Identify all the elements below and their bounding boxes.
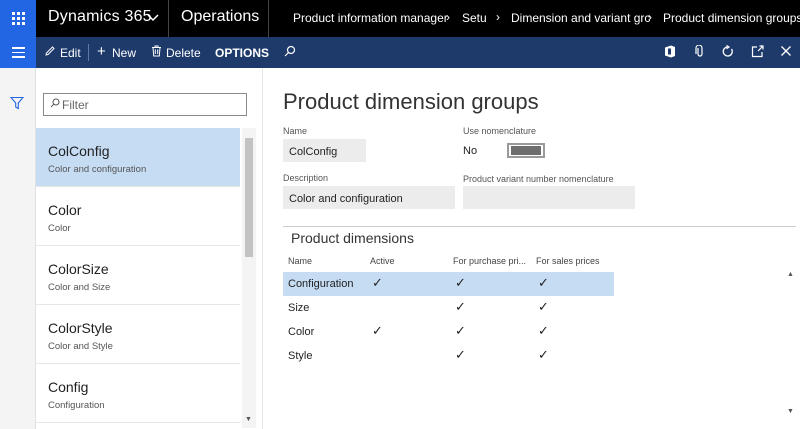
column-header-active[interactable]: Active [370, 256, 395, 266]
breadcrumb-item[interactable]: Dimension and variant grc [511, 11, 650, 25]
trash-icon[interactable] [151, 45, 162, 60]
table-row[interactable]: Configuration ✓ ✓ ✓ [283, 272, 614, 296]
list-item-title: Color [48, 202, 82, 218]
list-item[interactable]: ColorSize Color and Size [36, 246, 240, 305]
scrollbar-thumb[interactable] [245, 138, 253, 257]
active-check-icon[interactable]: ✓ [372, 323, 383, 339]
column-header-sales-prices[interactable]: For sales prices [536, 256, 600, 266]
purchase-check-icon[interactable]: ✓ [455, 347, 466, 363]
filter-icon[interactable] [9, 96, 25, 110]
list-item[interactable]: Config Configuration [36, 364, 240, 423]
page-title: Product dimension groups [283, 89, 539, 114]
breadcrumb-chevron-icon: › [496, 10, 500, 24]
edit-icon[interactable] [44, 45, 56, 60]
top-nav-bar: Dynamics 365 Operations Product informat… [0, 0, 800, 37]
column-header-purchase-prices[interactable]: For purchase pri... [453, 256, 526, 266]
purchase-check-icon[interactable]: ✓ [455, 275, 466, 291]
action-divider [88, 44, 89, 61]
table-row[interactable]: Style ✓ ✓ [283, 344, 614, 368]
list-item-title: ColorStyle [48, 320, 113, 336]
list-scrollbar[interactable]: ▼ [242, 128, 256, 428]
list-item-title: ColConfig [48, 143, 110, 159]
attachment-icon[interactable] [695, 44, 705, 61]
dimension-name: Color [288, 326, 315, 338]
breadcrumb-item[interactable]: Product information manager [293, 11, 448, 25]
list-item-subtitle: Configuration [48, 400, 105, 411]
list-item-subtitle: Color and Style [48, 341, 113, 352]
breadcrumb-item[interactable]: Setu [462, 11, 487, 25]
column-header-name[interactable]: Name [288, 256, 312, 266]
options-button[interactable]: OPTIONS [215, 46, 269, 60]
nav-divider [168, 0, 169, 37]
nav-divider [268, 0, 269, 37]
description-field[interactable]: Color and configuration [283, 186, 455, 209]
use-nomenclature-label: Use nomenclature [463, 126, 537, 136]
breadcrumb-item[interactable]: Product dimension groups [663, 11, 800, 25]
module-name[interactable]: Operations [181, 8, 259, 26]
app-launcher-icon[interactable] [0, 0, 36, 37]
edit-button[interactable]: Edit [60, 46, 81, 60]
list-item[interactable]: Color Color [36, 187, 240, 246]
list-pane: ColConfig Color and configuration Color … [36, 68, 263, 429]
office-icon[interactable] [664, 45, 676, 61]
dimension-name: Style [288, 350, 313, 362]
menu-icon[interactable] [0, 37, 36, 68]
name-label: Name [283, 126, 308, 136]
list-item-subtitle: Color and Size [48, 282, 111, 293]
search-icon [50, 98, 60, 111]
filter-input[interactable] [62, 97, 242, 113]
list-item[interactable]: ColorStyle Color and Style [36, 305, 240, 364]
product-dimensions-header[interactable]: Product dimensions [291, 230, 414, 246]
sales-check-icon[interactable]: ✓ [538, 275, 549, 291]
filter-pane-strip [0, 68, 36, 429]
sales-check-icon[interactable]: ✓ [538, 347, 549, 363]
dimension-name: Size [288, 302, 310, 314]
purchase-check-icon[interactable]: ✓ [455, 299, 466, 315]
sales-check-icon[interactable]: ✓ [538, 323, 549, 339]
dimension-name: Configuration [288, 278, 354, 290]
table-row[interactable]: Size ✓ ✓ [283, 296, 614, 320]
plus-icon[interactable]: + [97, 43, 106, 60]
name-field[interactable]: ColConfig [283, 139, 366, 162]
scroll-up-arrow-icon[interactable]: ▲ [787, 271, 794, 278]
variant-nomenclature-label: Product variant number nomenclature [463, 174, 614, 184]
use-nomenclature-value: No [463, 145, 478, 157]
refresh-icon[interactable] [721, 44, 734, 61]
filter-box[interactable] [43, 93, 247, 116]
open-new-window-icon[interactable] [751, 45, 764, 61]
description-label: Description [283, 173, 329, 183]
list-item-title: Config [48, 379, 89, 395]
action-bar: Edit + New Delete OPTIONS [0, 37, 800, 68]
list-item-subtitle: Color and configuration [48, 164, 147, 175]
purchase-check-icon[interactable]: ✓ [455, 323, 466, 339]
scroll-down-arrow-icon[interactable]: ▼ [245, 416, 252, 423]
close-icon[interactable] [780, 45, 792, 60]
product-name[interactable]: Dynamics 365 [48, 8, 152, 26]
section-divider [283, 226, 796, 227]
active-check-icon[interactable]: ✓ [372, 275, 383, 291]
breadcrumb-chevron-icon: › [446, 10, 450, 24]
table-row[interactable]: Color ✓ ✓ ✓ [283, 320, 614, 344]
breadcrumb-chevron-icon: › [648, 10, 652, 24]
sales-check-icon[interactable]: ✓ [538, 299, 549, 315]
chevron-down-icon[interactable] [147, 10, 159, 25]
list-item-title: ColorSize [48, 261, 109, 277]
toggle-knob [511, 146, 541, 155]
list-item-subtitle: Color [48, 223, 71, 234]
new-button[interactable]: New [112, 46, 136, 60]
variant-nomenclature-field[interactable] [463, 186, 635, 209]
use-nomenclature-toggle[interactable] [507, 143, 545, 158]
search-icon[interactable] [284, 45, 296, 60]
delete-button[interactable]: Delete [166, 46, 201, 60]
list-item[interactable]: ColConfig Color and configuration [36, 128, 240, 187]
scroll-down-arrow-icon[interactable]: ▼ [787, 408, 794, 415]
